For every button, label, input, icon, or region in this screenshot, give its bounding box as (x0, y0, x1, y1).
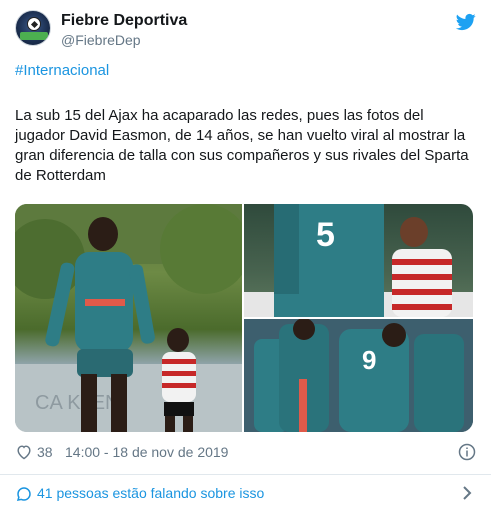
tweet-timestamp[interactable]: 14:00 - 18 de nov de 2019 (65, 444, 228, 460)
tweet-footer: 38 14:00 - 18 de nov de 2019 (15, 441, 476, 465)
chevron-right-icon[interactable] (460, 485, 474, 501)
display-name[interactable]: Fiebre Deportiva (61, 11, 187, 31)
jersey-number: 5 (316, 216, 335, 254)
photo-height-contrast-illustration: 5 (244, 204, 473, 317)
heart-icon[interactable] (15, 444, 33, 460)
photo-team-celebration-illustration: 9 (244, 319, 473, 432)
board-text: CA KLEN (35, 392, 119, 414)
divider (0, 474, 491, 475)
info-icon[interactable] (458, 443, 476, 461)
twitter-bird-icon[interactable] (456, 12, 476, 32)
photo-height-contrast[interactable]: 5 (244, 204, 473, 317)
tweet-text: La sub 15 del Ajax ha acaparado las rede… (15, 107, 469, 184)
avatar-grass (20, 32, 48, 40)
soccer-ball-icon (27, 17, 41, 31)
author-names[interactable]: Fiebre Deportiva @FiebreDep (61, 11, 187, 49)
conversation-link[interactable]: 41 pessoas estão falando sobre isso (15, 482, 476, 506)
photo-tall-player-illustration: CA KLEN (15, 204, 242, 432)
conversation-label[interactable]: 41 pessoas estão falando sobre isso (37, 485, 264, 501)
jersey-number: 9 (362, 345, 376, 375)
like-count[interactable]: 38 (37, 444, 53, 460)
user-handle[interactable]: @FiebreDep (61, 31, 187, 49)
avatar[interactable] (15, 10, 51, 46)
embedded-tweet: Fiebre Deportiva @FiebreDep #Internacion… (0, 0, 491, 515)
chat-bubble-icon (16, 487, 31, 501)
hashtag-link[interactable]: #Internacional (15, 62, 109, 79)
photo-tall-player[interactable]: CA KLEN (15, 204, 242, 432)
media-grid: CA KLEN 5 9 (15, 204, 473, 432)
photo-team-celebration[interactable]: 9 (244, 319, 473, 432)
tweet-header: Fiebre Deportiva @FiebreDep (15, 10, 476, 50)
